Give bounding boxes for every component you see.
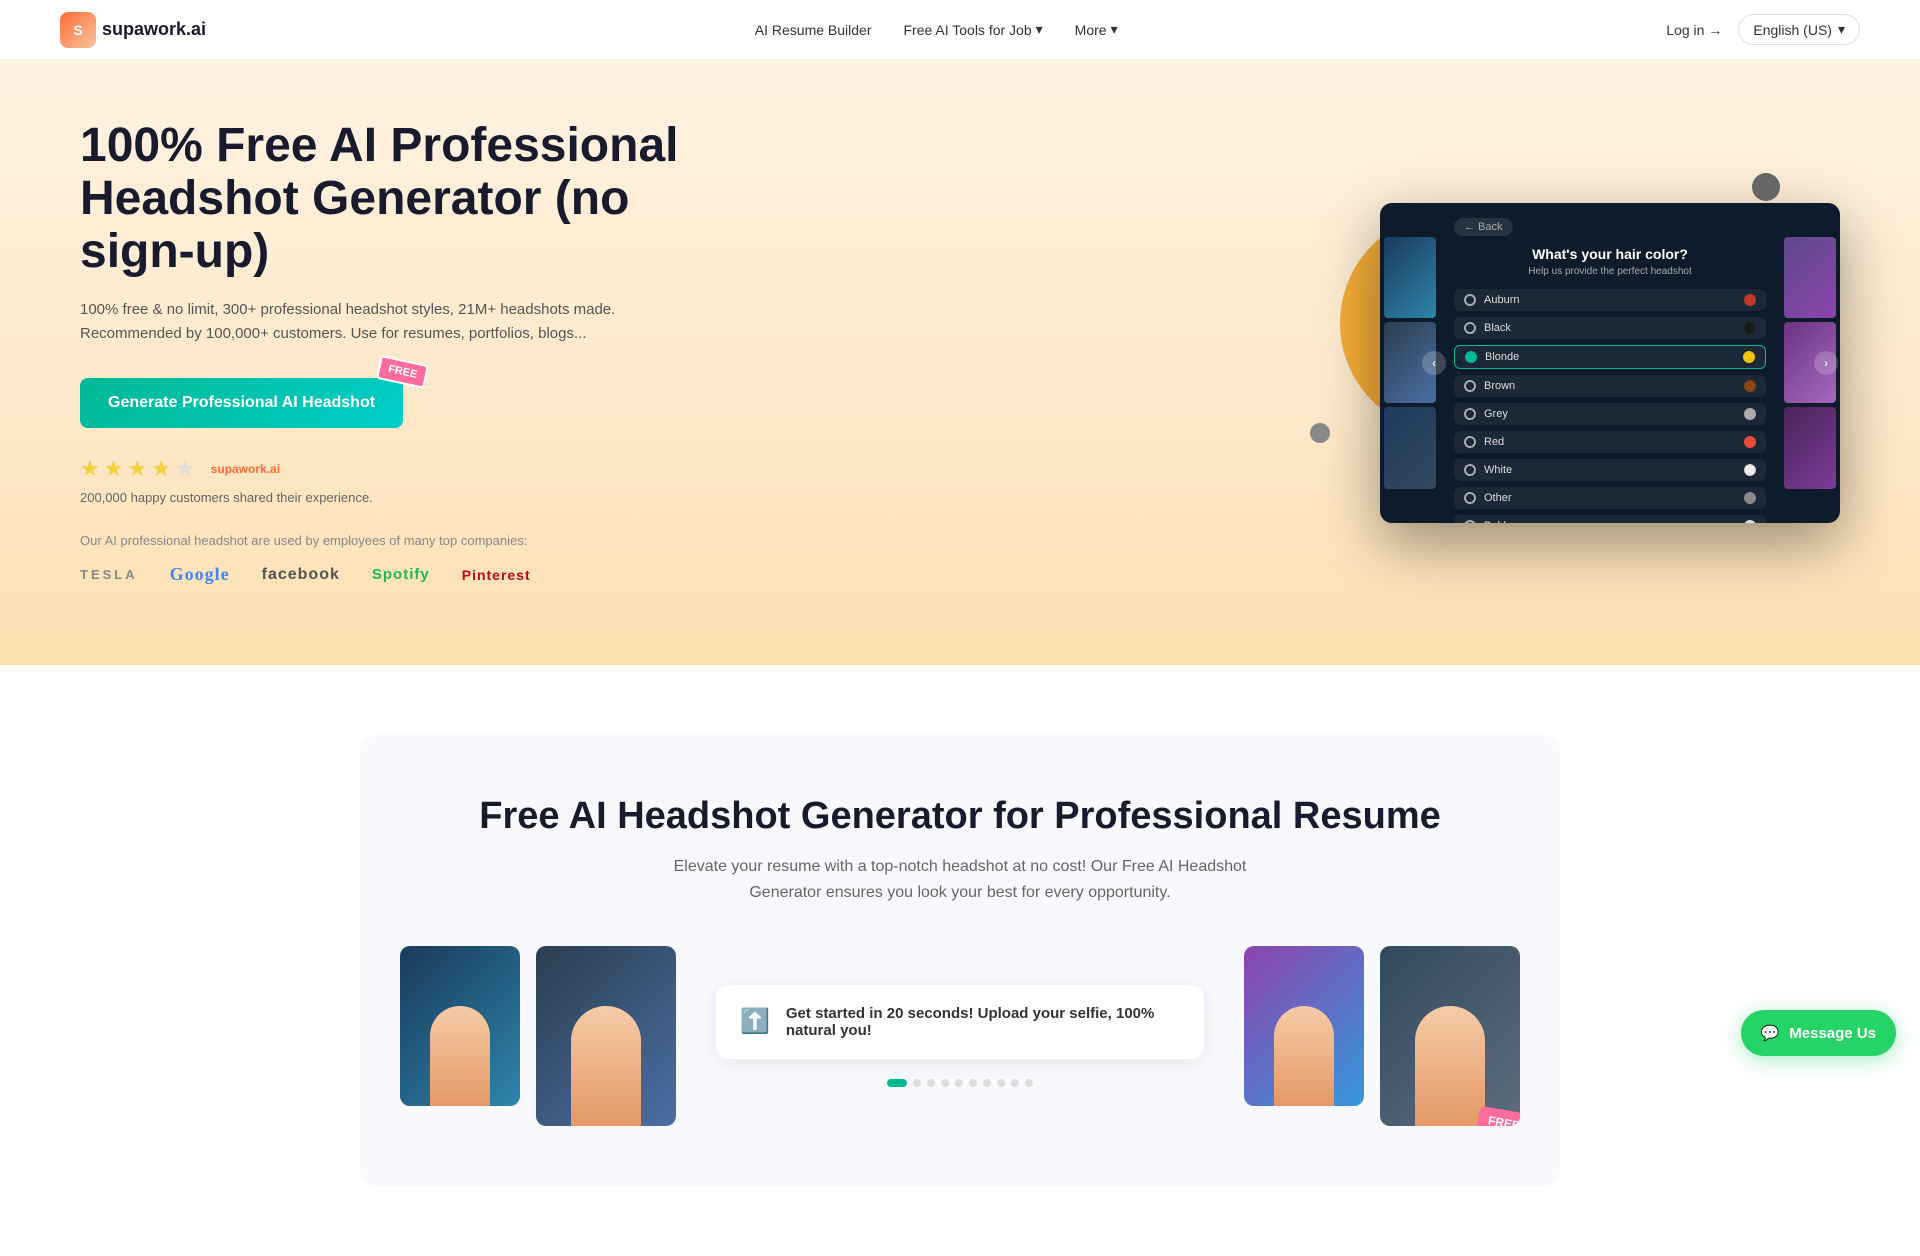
star-5: ★ (175, 456, 195, 482)
thumb-r3 (1784, 407, 1836, 488)
section2: Free AI Headshot Generator for Professio… (0, 665, 1920, 1255)
nav-links: AI Resume Builder Free AI Tools for Job … (755, 21, 1118, 38)
star-2: ★ (104, 456, 124, 482)
get-started-row: ⬆️ Get started in 20 seconds! Upload you… (716, 985, 1204, 1059)
spotify-logo: Spotify (372, 566, 430, 583)
section2-center: ⬆️ Get started in 20 seconds! Upload you… (716, 985, 1204, 1087)
login-button[interactable]: Log in → (1666, 22, 1722, 38)
google-logo: Google (170, 564, 230, 585)
star-3: ★ (127, 456, 147, 482)
headshot-gallery-right: FREE (1244, 946, 1520, 1126)
ui-preview-card: ← Back What's your hair color? Help us p… (1380, 203, 1840, 523)
upload-icon: ⬆️ (740, 1007, 770, 1036)
company-logos: TESLA Google facebook Spotify Pinterest (80, 564, 700, 585)
happy-customers-text: 200,000 happy customers shared their exp… (80, 490, 700, 505)
nav-right: Log in → English (US) ▾ (1666, 14, 1860, 45)
gray-dot-top (1752, 173, 1780, 201)
prev-arrow[interactable]: ‹ (1422, 351, 1446, 375)
hair-option-red[interactable]: Red (1454, 431, 1766, 453)
hero-section: 100% Free AI Professional Headshot Gener… (0, 60, 1920, 665)
ui-main-content: ← Back What's your hair color? Help us p… (1444, 203, 1776, 523)
tesla-logo: TESLA (80, 567, 138, 582)
star-1: ★ (80, 456, 100, 482)
whatsapp-button[interactable]: 💬 Message Us (1741, 1010, 1896, 1056)
hair-option-white[interactable]: White (1454, 459, 1766, 481)
get-started-text: Get started in 20 seconds! Upload your s… (786, 1005, 1180, 1039)
thumb-3 (1384, 407, 1436, 488)
language-selector[interactable]: English (US) ▾ (1738, 14, 1860, 45)
hero-left: 100% Free AI Professional Headshot Gener… (80, 120, 700, 585)
section2-title: Free AI Headshot Generator for Professio… (400, 795, 1520, 838)
nav-free-tools[interactable]: Free AI Tools for Job ▾ (903, 21, 1042, 38)
chevron-down-icon-3: ▾ (1838, 21, 1845, 38)
pinterest-logo: Pinterest (462, 567, 531, 583)
section2-inner: Free AI Headshot Generator for Professio… (360, 735, 1560, 1185)
used-by-text: Our AI professional headshot are used by… (80, 533, 700, 548)
hair-option-grey[interactable]: Grey (1454, 403, 1766, 425)
headshot-card-2 (536, 946, 676, 1126)
gray-dot-bottom (1310, 423, 1330, 443)
logo-icon: S (60, 12, 96, 48)
hair-option-auburn[interactable]: Auburn (1454, 289, 1766, 311)
chevron-down-icon-2: ▾ (1111, 21, 1118, 38)
thumb-1 (1384, 237, 1436, 318)
generate-headshot-button[interactable]: Generate Professional AI Headshot (80, 378, 403, 428)
hair-question: What's your hair color? (1454, 246, 1766, 262)
thumb-r1 (1784, 237, 1836, 318)
hero-title: 100% Free AI Professional Headshot Gener… (80, 120, 700, 278)
hair-option-bald[interactable]: Bald (1454, 515, 1766, 523)
section2-content: ⬆️ Get started in 20 seconds! Upload you… (400, 946, 1520, 1126)
navbar: S supawork.ai AI Resume Builder Free AI … (0, 0, 1920, 60)
next-arrow[interactable]: › (1814, 351, 1838, 375)
star-4: ★ (151, 456, 171, 482)
back-button[interactable]: ← Back (1454, 218, 1513, 236)
hero-description: 100% free & no limit, 300+ professional … (80, 298, 700, 346)
facebook-logo: facebook (262, 566, 340, 584)
hair-option-black[interactable]: Black (1454, 317, 1766, 339)
hair-option-other[interactable]: Other (1454, 487, 1766, 509)
hair-option-brown[interactable]: Brown (1454, 375, 1766, 397)
headshot-gallery-left (400, 946, 676, 1126)
color-auburn (1744, 294, 1756, 306)
logo[interactable]: S supawork.ai (60, 12, 206, 48)
nav-ai-resume[interactable]: AI Resume Builder (755, 22, 872, 38)
hair-subtitle: Help us provide the perfect headshot (1454, 266, 1766, 277)
chevron-down-icon: ▾ (1036, 21, 1043, 38)
star-rating: ★ ★ ★ ★ ★ supawork.ai (80, 456, 700, 482)
hair-option-blonde[interactable]: Blonde (1454, 345, 1766, 369)
headshot-card-1 (400, 946, 520, 1106)
headshot-card-4: FREE (1380, 946, 1520, 1126)
nav-more[interactable]: More ▾ (1075, 21, 1118, 38)
hair-options: Auburn Black Blonde (1454, 289, 1766, 523)
radio-auburn (1464, 294, 1476, 306)
headshot-card-3 (1244, 946, 1364, 1106)
logo-text: supawork.ai (102, 19, 206, 40)
cta-wrapper: Generate Professional AI Headshot FREE (80, 378, 403, 428)
section2-description: Elevate your resume with a top-notch hea… (650, 854, 1270, 905)
whatsapp-icon: 💬 (1761, 1024, 1780, 1042)
hero-right: ← Back What's your hair color? Help us p… (1340, 183, 1840, 523)
supawork-small-logo: supawork.ai (211, 462, 280, 476)
